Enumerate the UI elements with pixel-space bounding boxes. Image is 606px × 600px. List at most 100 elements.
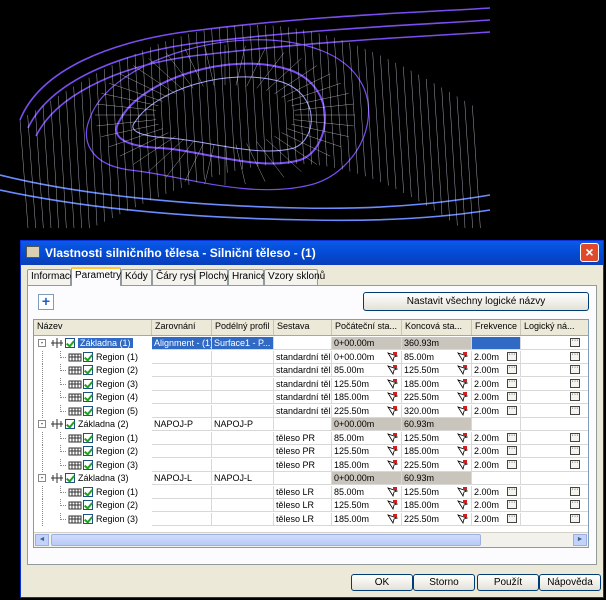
alignment-cell[interactable] [152,350,212,364]
freq-cell[interactable] [472,337,521,350]
end-cell[interactable]: 225.50m [402,391,472,404]
freq-cell[interactable]: 2.00m ··· [472,404,521,418]
table-row[interactable]: Region (2) standardní těl... 85.00m 125.50m… [34,364,588,377]
logical-name-button[interactable]: ··· [570,364,580,374]
scroll-thumb[interactable] [51,534,481,546]
pick-station-icon[interactable] [457,378,468,389]
logical-name-cell[interactable]: ··· [521,445,588,458]
help-button[interactable]: Nápověda [539,574,601,591]
enable-checkbox[interactable] [83,500,93,510]
scroll-left-button[interactable]: ◄ [35,534,49,546]
table-row[interactable]: Region (1) těleso PR 85.00m 125.50m 2.00m ···… [34,431,588,445]
pick-station-icon[interactable] [457,365,468,375]
alignment-cell[interactable] [152,485,212,499]
tab-cary-rysu[interactable]: Čáry rysu [152,269,199,285]
frequency-settings-button[interactable]: ··· [507,486,517,496]
pick-station-icon[interactable] [387,459,398,470]
profile-cell[interactable] [212,391,274,404]
logical-name-button[interactable]: ··· [570,405,580,415]
column-header[interactable]: Koncová sta... [402,320,472,335]
freq-cell[interactable]: 2.00m ··· [472,445,521,458]
tab-hranice[interactable]: Hranice [228,269,266,285]
start-cell[interactable]: 0+00.00m [332,472,402,485]
end-cell[interactable]: 185.00m [402,377,472,391]
alignment-cell[interactable]: NAPOJ-L [152,472,212,485]
apply-button[interactable]: Použít [477,574,539,591]
logical-name-button[interactable]: ··· [570,513,580,523]
logical-name-button[interactable]: ··· [570,391,580,401]
profile-cell[interactable] [212,404,274,418]
table-row[interactable]: - Základna (1) Alignment - (1) Surface1 - P… [34,337,588,350]
alignment-cell[interactable] [152,364,212,377]
start-cell[interactable]: 185.00m [332,512,402,526]
enable-checkbox[interactable] [83,432,93,443]
assembly-cell[interactable]: standardní těl... [274,391,332,404]
logical-name-cell[interactable]: ··· [521,486,588,499]
frequency-settings-button[interactable]: ··· [507,364,517,374]
start-cell[interactable]: 225.50m [332,404,402,418]
freq-cell[interactable]: 2.00m ··· [472,431,521,445]
end-cell[interactable]: 125.50m [402,431,472,445]
enable-checkbox[interactable] [83,365,93,375]
table-row[interactable]: Region (3) těleso PR 185.00m 225.50m 2.00m ··… [34,458,588,472]
pick-station-icon[interactable] [387,365,398,375]
alignment-cell[interactable]: Alignment - (1) [152,337,212,350]
ok-button[interactable]: OK [351,574,413,591]
frequency-settings-button[interactable]: ··· [507,513,517,523]
logical-name-cell[interactable]: ··· [521,391,588,404]
pick-station-icon[interactable] [457,405,468,416]
freq-cell[interactable]: 2.00m ··· [472,512,521,526]
profile-cell[interactable] [212,499,274,512]
enable-checkbox[interactable] [65,473,75,483]
assembly-cell[interactable]: těleso PR [274,445,332,458]
pick-station-icon[interactable] [457,351,468,362]
start-cell[interactable]: 125.50m [332,377,402,391]
tab-informace[interactable]: Informace [27,269,75,285]
column-header[interactable]: Logický ná... [521,320,588,335]
pick-station-icon[interactable] [387,351,398,362]
alignment-cell[interactable] [152,458,212,472]
end-cell[interactable]: 125.50m [402,485,472,499]
profile-cell[interactable] [212,431,274,445]
start-cell[interactable]: 0+00.00m [332,350,402,364]
table-row[interactable]: Region (5) standardní těl... 225.50m 320.00… [34,404,588,418]
alignment-cell[interactable]: NAPOJ-P [152,418,212,431]
enable-checkbox[interactable] [65,338,75,348]
enable-checkbox[interactable] [83,459,93,470]
freq-cell[interactable]: 2.00m ··· [472,377,521,391]
frequency-settings-button[interactable]: ··· [507,432,517,442]
start-cell[interactable]: 0+00.00m [332,418,402,431]
pick-station-icon[interactable] [387,378,398,389]
start-cell[interactable]: 185.00m [332,391,402,404]
freq-cell[interactable]: 2.00m ··· [472,485,521,499]
end-cell[interactable]: 125.50m [402,364,472,377]
assembly-cell[interactable]: standardní těl... [274,350,332,364]
pick-station-icon[interactable] [457,446,468,456]
start-cell[interactable]: 185.00m [332,458,402,472]
logical-name-cell[interactable] [521,472,588,485]
pick-station-icon[interactable] [387,405,398,416]
close-button[interactable]: × [580,243,599,262]
collapse-toggle[interactable]: - [38,420,46,428]
end-cell[interactable]: 60.93m [402,472,472,485]
frequency-settings-button[interactable]: ··· [507,459,517,469]
start-cell[interactable]: 125.50m [332,445,402,458]
profile-cell[interactable] [212,458,274,472]
end-cell[interactable]: 360.93m [402,337,472,350]
frequency-settings-button[interactable]: ··· [507,445,517,455]
assembly-cell[interactable]: těleso PR [274,458,332,472]
alignment-cell[interactable] [152,431,212,445]
table-row[interactable]: Region (2) těleso PR 125.50m 185.00m 2.00m ··… [34,445,588,458]
start-cell[interactable]: 85.00m [332,485,402,499]
pick-station-icon[interactable] [457,392,468,402]
logical-name-button[interactable]: ··· [570,351,580,361]
end-cell[interactable]: 85.00m [402,350,472,364]
pick-station-icon[interactable] [387,486,398,497]
enable-checkbox[interactable] [83,392,93,402]
alignment-cell[interactable] [152,445,212,458]
table-row[interactable]: Region (1) těleso LR 85.00m 125.50m 2.00m ···… [34,485,588,499]
column-header[interactable]: Zarovnání [152,320,212,335]
enable-checkbox[interactable] [83,486,93,497]
alignment-cell[interactable] [152,499,212,512]
pick-station-icon[interactable] [387,392,398,402]
